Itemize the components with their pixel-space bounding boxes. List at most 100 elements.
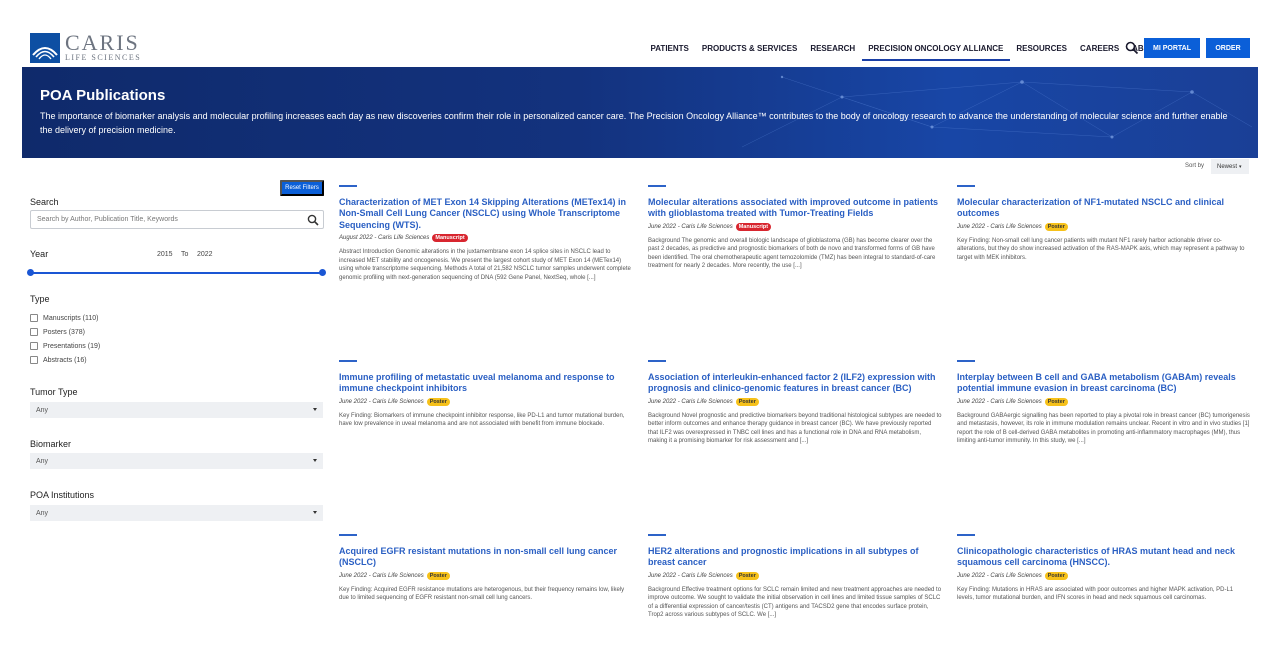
- year-to-word: To: [181, 251, 189, 258]
- logo-name: CARIS: [65, 30, 140, 55]
- card-divider: [339, 185, 357, 187]
- logo-subtitle: LIFE SCIENCES: [65, 53, 142, 62]
- poa-institutions-value: Any: [36, 509, 49, 517]
- card-divider: [957, 534, 975, 536]
- publication-excerpt: Background Novel prognostic and predicti…: [648, 412, 942, 445]
- publication-excerpt: Key Finding: Biomarkers of immune checkp…: [339, 412, 625, 428]
- caris-logo[interactable]: CARIS LIFE SCIENCES: [30, 32, 141, 64]
- publication-title-link[interactable]: Clinicopathologic characteristics of HRA…: [957, 546, 1251, 569]
- card-divider: [648, 360, 666, 362]
- publication-title-link[interactable]: Acquired EGFR resistant mutations in non…: [339, 546, 633, 569]
- main-nav: PATIENTS PRODUCTS & SERVICES RESEARCH PR…: [644, 38, 1167, 61]
- checkbox[interactable]: [30, 328, 38, 336]
- publication-excerpt: Key Finding: Acquired EGFR resistance mu…: [339, 586, 625, 602]
- type-option-presentations[interactable]: Presentations (19): [30, 342, 100, 350]
- poster-badge: Poster: [426, 397, 450, 406]
- search-icon[interactable]: [307, 214, 319, 226]
- publication-meta: June 2022 - Caris Life Sciences: [957, 223, 1042, 230]
- publication-title-link[interactable]: Interplay between B cell and GABA metabo…: [957, 372, 1251, 395]
- card-divider: [648, 534, 666, 536]
- poster-badge: Poster: [1044, 397, 1068, 406]
- type-option-manuscripts[interactable]: Manuscripts (110): [30, 314, 99, 322]
- order-button[interactable]: ORDER: [1206, 38, 1250, 58]
- tumor-type-select[interactable]: Any: [30, 402, 323, 418]
- poster-badge: Poster: [735, 571, 759, 580]
- mi-portal-button[interactable]: MI PORTAL: [1144, 38, 1200, 58]
- poa-institutions-select[interactable]: Any: [30, 505, 323, 521]
- publication-card[interactable]: HER2 alterations and prognostic implicat…: [648, 534, 942, 620]
- type-option-label: Posters (378): [43, 328, 86, 336]
- nav-patients[interactable]: PATIENTS: [644, 38, 695, 61]
- publication-title-link[interactable]: Immune profiling of metastatic uveal mel…: [339, 372, 633, 395]
- publication-title-link[interactable]: Characterization of MET Exon 14 Skipping…: [339, 197, 633, 232]
- poster-badge: Poster: [426, 571, 450, 580]
- biomarker-select[interactable]: Any: [30, 453, 323, 469]
- nav-precision-oncology-alliance[interactable]: PRECISION ONCOLOGY ALLIANCE: [861, 38, 1010, 61]
- sort-value: Newest: [1217, 163, 1238, 170]
- publication-meta: June 2022 - Caris Life Sciences: [339, 572, 424, 579]
- card-divider: [648, 185, 666, 187]
- publication-title-link[interactable]: Association of interleukin-enhanced fact…: [648, 372, 942, 395]
- type-option-label: Abstracts (16): [43, 356, 87, 364]
- publication-meta: June 2022 - Caris Life Sciences: [648, 223, 733, 230]
- checkbox[interactable]: [30, 314, 38, 322]
- publication-card[interactable]: Interplay between B cell and GABA metabo…: [957, 360, 1251, 446]
- year-from-value: 2015: [157, 251, 173, 258]
- tumor-type-label: Tumor Type: [30, 387, 78, 397]
- publication-excerpt: Key Finding: Mutations in HRAS are assoc…: [957, 586, 1234, 602]
- nav-products-services[interactable]: PRODUCTS & SERVICES: [695, 38, 803, 61]
- manuscript-badge: Manuscript: [432, 234, 468, 242]
- publication-card[interactable]: Clinicopathologic characteristics of HRA…: [957, 534, 1251, 603]
- year-slider-max-handle[interactable]: [319, 269, 326, 276]
- biomarker-label: Biomarker: [30, 439, 72, 449]
- site-header: CARIS LIFE SCIENCES PATIENTS PRODUCTS & …: [0, 0, 1280, 67]
- sort-select[interactable]: Newest ▾: [1211, 159, 1249, 174]
- publication-card[interactable]: Molecular alterations associated with im…: [648, 185, 942, 271]
- card-divider: [957, 185, 975, 187]
- card-divider: [339, 534, 357, 536]
- checkbox[interactable]: [30, 356, 38, 364]
- type-option-label: Manuscripts (110): [43, 314, 99, 322]
- biomarker-value: Any: [36, 457, 49, 465]
- publication-excerpt: Background The genomic and overall biolo…: [648, 237, 936, 270]
- poa-institutions-label: POA Institutions: [30, 490, 95, 500]
- sort-label: Sort by: [1185, 163, 1205, 169]
- type-option-abstracts[interactable]: Abstracts (16): [30, 356, 87, 364]
- caret-down-icon: [313, 459, 317, 462]
- hero-banner: POA Publications The importance of bioma…: [22, 67, 1258, 158]
- type-option-posters[interactable]: Posters (378): [30, 328, 85, 336]
- search-icon[interactable]: [1125, 41, 1139, 55]
- hero-description: The importance of biomarker analysis and…: [40, 111, 1228, 135]
- publication-card[interactable]: Acquired EGFR resistant mutations in non…: [339, 534, 633, 603]
- reset-filters-button[interactable]: Reset Filters: [280, 180, 324, 196]
- type-option-label: Presentations (19): [43, 342, 101, 350]
- publication-card[interactable]: Association of interleukin-enhanced fact…: [648, 360, 942, 446]
- nav-careers[interactable]: CAREERS: [1074, 38, 1126, 61]
- nav-research[interactable]: RESEARCH: [804, 38, 862, 61]
- year-range-slider[interactable]: [30, 272, 323, 274]
- publication-card[interactable]: Immune profiling of metastatic uveal mel…: [339, 360, 633, 429]
- publication-title-link[interactable]: HER2 alterations and prognostic implicat…: [648, 546, 942, 569]
- publication-card[interactable]: Characterization of MET Exon 14 Skipping…: [339, 185, 633, 282]
- tumor-type-value: Any: [36, 406, 49, 414]
- year-to-value: 2022: [197, 251, 213, 258]
- publication-title-link[interactable]: Molecular characterization of NF1-mutate…: [957, 197, 1251, 220]
- year-slider-min-handle[interactable]: [27, 269, 34, 276]
- search-input[interactable]: Search by Author, Publication Title, Key…: [30, 210, 324, 229]
- publication-meta: June 2022 - Caris Life Sciences: [957, 398, 1042, 405]
- publication-meta: June 2022 - Caris Life Sciences: [648, 398, 733, 405]
- year-label: Year: [30, 249, 49, 259]
- publication-card[interactable]: Molecular characterization of NF1-mutate…: [957, 185, 1251, 262]
- caret-down-icon: [313, 408, 317, 411]
- checkbox[interactable]: [30, 342, 38, 350]
- publication-title-link[interactable]: Molecular alterations associated with im…: [648, 197, 942, 220]
- manuscript-badge: Manuscript: [735, 222, 772, 231]
- poster-badge: Poster: [735, 397, 759, 406]
- poster-badge: Poster: [1044, 571, 1068, 580]
- publication-excerpt: Abstract Introduction Genomic alteration…: [339, 249, 631, 281]
- search-placeholder: Search by Author, Publication Title, Key…: [37, 216, 178, 223]
- search-label: Search: [30, 197, 59, 207]
- nav-resources[interactable]: RESOURCES: [1010, 38, 1074, 61]
- publication-meta: June 2022 - Caris Life Sciences: [648, 572, 733, 579]
- publication-meta: June 2022 - Caris Life Sciences: [957, 572, 1042, 579]
